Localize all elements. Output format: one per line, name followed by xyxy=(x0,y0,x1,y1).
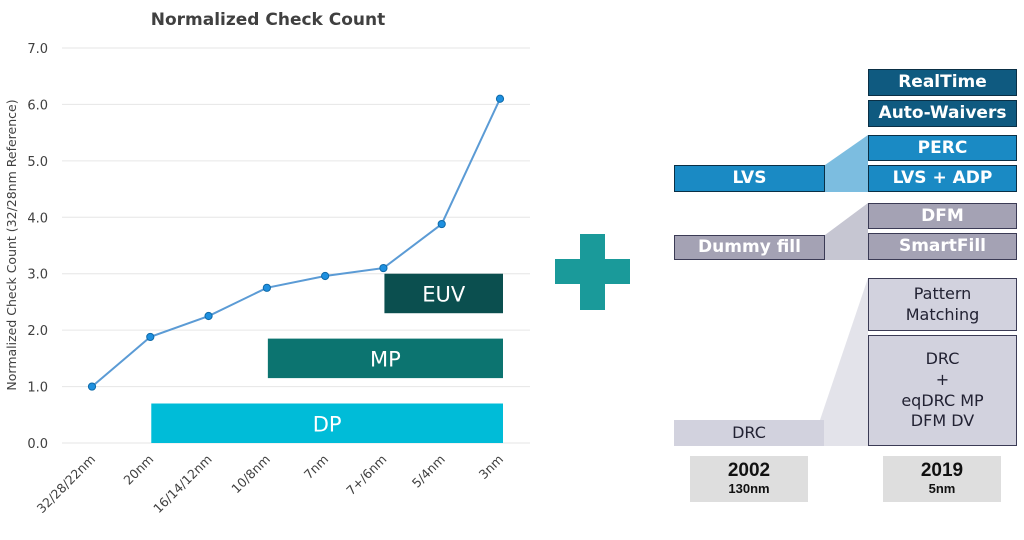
pattern-matching-label-1: Pattern xyxy=(913,283,972,303)
band-label-euv: EUV xyxy=(422,282,466,306)
dummy-fill-box: Dummy fill xyxy=(674,235,825,260)
lvs-adp-label: LVS + ADP xyxy=(892,168,993,189)
x-tick-labels: 32/28/22nm 20nm16/14/12nm 10/8nm 7nm 7+/6nm 5… xyxy=(34,452,507,517)
y-tick-label: 6.0 xyxy=(27,98,48,113)
normalized-check-count-chart: Normalized Check Count 0.0 1.0 2.0 3.0 4.0 5.… xyxy=(4,10,530,517)
y-tick-label: 3.0 xyxy=(27,268,48,283)
data-point xyxy=(495,94,505,103)
y-tick-label: 4.0 xyxy=(27,211,48,226)
lvs-box: LVS xyxy=(674,165,825,192)
y-tick-label: 7.0 xyxy=(27,42,48,57)
realtime-label: RealTime xyxy=(898,72,987,93)
plus-icon-horizontal xyxy=(555,259,630,284)
drc-2019-label-3: eqDRC MP xyxy=(901,390,984,410)
drc-2002-box: DRC xyxy=(674,420,824,446)
data-point xyxy=(379,263,388,273)
dfm-label: DFM xyxy=(921,205,964,226)
auto-waivers-box: Auto-Waivers xyxy=(868,100,1017,127)
drc-2019-box: DRC + eqDRC MP DFM DV xyxy=(868,335,1017,446)
drc-2019-label-4: DFM DV xyxy=(910,411,975,431)
lvs-connector xyxy=(825,135,868,192)
data-point xyxy=(262,283,271,292)
smartfill-box: SmartFill xyxy=(868,233,1017,260)
drc-label: DRC xyxy=(732,422,766,442)
dfm-box: DFM xyxy=(868,203,1017,229)
dummy-fill-label: Dummy fill xyxy=(698,237,801,258)
year-2019-label: 2019 xyxy=(920,460,964,482)
year-2002-label: 2002 xyxy=(727,460,771,482)
x-tick-label: 10/8nm xyxy=(228,452,273,497)
data-point xyxy=(321,271,330,281)
x-tick-label: 32/28/22nm xyxy=(34,452,99,517)
y-tick-label: 2.0 xyxy=(27,324,48,339)
auto-waivers-label: Auto-Waivers xyxy=(878,103,1007,124)
pattern-matching-label-2: Matching xyxy=(905,304,980,324)
drc-connector xyxy=(820,278,868,446)
band-label-dp: DP xyxy=(313,412,342,436)
year-2002-badge: 2002 130nm xyxy=(690,456,808,502)
y-axis-label: Normalized Check Count (32/28nm Referenc… xyxy=(4,99,19,390)
perc-label: PERC xyxy=(917,137,968,158)
year-2019-badge: 2019 5nm xyxy=(883,456,1001,502)
perc-box: PERC xyxy=(868,135,1017,161)
node-5nm-label: 5nm xyxy=(928,481,956,497)
band-label-mp: MP xyxy=(370,347,401,371)
smartfill-label: SmartFill xyxy=(898,236,987,257)
technology-bands: DP MP EUV xyxy=(151,273,504,443)
x-tick-label: 7nm xyxy=(301,452,331,482)
realtime-box: RealTime xyxy=(868,69,1017,96)
x-tick-label: 3nm xyxy=(476,452,506,482)
node-130nm-label: 130nm xyxy=(728,481,770,497)
y-tick-label: 0.0 xyxy=(27,437,48,452)
data-point xyxy=(87,382,97,391)
x-tick-label: 16/14/12nm xyxy=(150,452,215,517)
drc-2019-label-1: DRC xyxy=(925,348,960,368)
x-tick-label: 5/4nm xyxy=(409,452,448,491)
x-tick-label: 20nm xyxy=(120,452,156,488)
x-tick-label: 7+/6nm xyxy=(343,452,389,498)
pattern-matching-box: Pattern Matching xyxy=(868,278,1017,331)
dummy-fill-connector xyxy=(825,203,868,260)
data-point xyxy=(146,332,155,342)
y-tick-label: 5.0 xyxy=(27,155,48,170)
grid-lines xyxy=(62,47,530,444)
data-point xyxy=(437,219,446,229)
lvs-adp-box: LVS + ADP xyxy=(868,165,1017,192)
lvs-label: LVS xyxy=(732,168,767,189)
drc-2019-label-2: + xyxy=(935,369,950,389)
y-tick-labels: 0.0 1.0 2.0 3.0 4.0 5.0 6.0 7.0 xyxy=(27,42,48,452)
data-point xyxy=(204,311,213,321)
y-tick-label: 1.0 xyxy=(27,381,48,396)
tool-evolution-diagram: LVS Dummy fill DRC RealTime Auto-Waivers… xyxy=(660,60,1024,540)
chart-title: Normalized Check Count xyxy=(151,10,386,30)
